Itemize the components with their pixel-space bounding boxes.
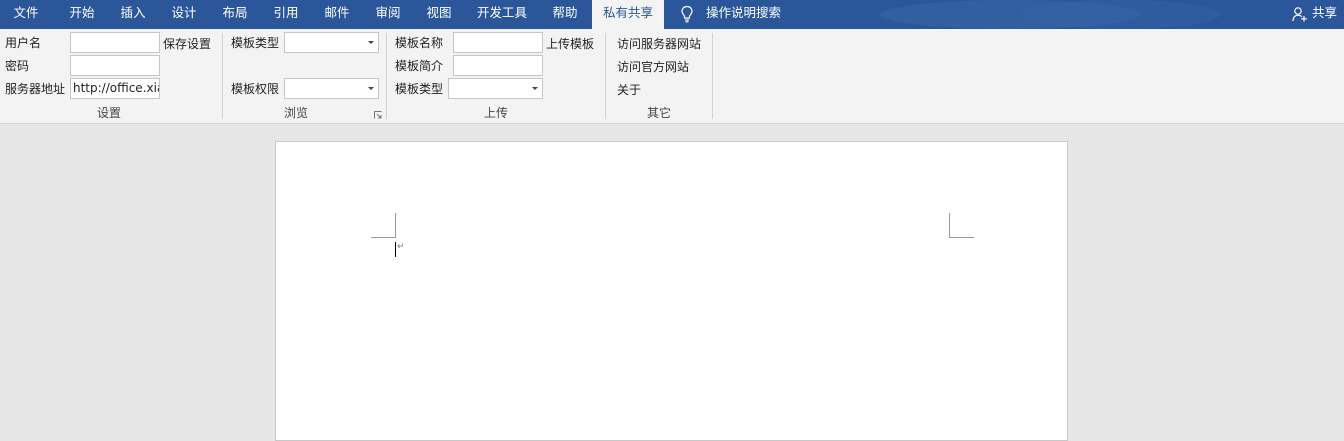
group-label-settings: 设置 [96, 106, 121, 120]
share-label: 共享 [1311, 5, 1337, 20]
person-add-icon [1292, 7, 1307, 22]
group-separator [386, 33, 387, 119]
server-address-input[interactable]: http://office.xia [70, 78, 160, 99]
margin-corner-mark [949, 213, 974, 238]
browse-template-type-select[interactable] [284, 32, 379, 53]
title-bar-decoration [1020, 0, 1220, 29]
upload-template-name-input[interactable] [453, 32, 543, 53]
tab-help[interactable]: 帮助 [540, 0, 590, 29]
ribbon-tab-bar: 文件 开始 插入 设计 布局 引用 邮件 审阅 视图 开发工具 帮助 私有共享 … [0, 0, 1344, 29]
tab-review[interactable]: 审阅 [363, 0, 413, 29]
visit-server-site-button[interactable]: 访问服务器网站 [617, 36, 701, 52]
tell-me-search[interactable]: 操作说明搜索 [706, 0, 781, 29]
tab-developer[interactable]: 开发工具 [470, 0, 534, 29]
about-button[interactable]: 关于 [617, 82, 641, 98]
save-settings-button[interactable]: 保存设置 [163, 36, 211, 52]
upload-template-button[interactable]: 上传模板 [546, 36, 594, 52]
tab-insert[interactable]: 插入 [108, 0, 158, 29]
chevron-down-icon [532, 87, 538, 90]
margin-corner-mark [371, 213, 396, 238]
ribbon-panel: 用户名 密码 服务器地址 http://office.xia 保存设置 设置 模… [0, 29, 1344, 124]
dialog-launcher-icon[interactable] [374, 111, 382, 119]
upload-template-type-select[interactable] [448, 78, 543, 99]
tab-design[interactable]: 设计 [159, 0, 209, 29]
upload-template-name-label: 模板名称 [395, 36, 444, 50]
lightbulb-icon[interactable] [680, 5, 694, 23]
server-address-label: 服务器地址 [5, 82, 66, 96]
group-label-upload: 上传 [483, 106, 508, 120]
tab-home[interactable]: 开始 [57, 0, 107, 29]
browse-template-type-label: 模板类型 [231, 36, 280, 50]
group-label-other: 其它 [646, 106, 671, 120]
share-button[interactable]: 共享 [1292, 0, 1337, 29]
upload-template-intro-label: 模板简介 [395, 59, 444, 73]
group-separator [712, 33, 713, 119]
text-cursor [395, 242, 396, 257]
username-label: 用户名 [5, 36, 42, 50]
password-label: 密码 [5, 59, 30, 73]
group-separator [222, 33, 223, 119]
visit-official-site-button[interactable]: 访问官方网站 [617, 59, 689, 75]
tab-references[interactable]: 引用 [261, 0, 311, 29]
browse-template-permission-label: 模板权限 [231, 82, 280, 96]
group-label-browse: 浏览 [283, 106, 308, 120]
upload-template-intro-input[interactable] [453, 55, 543, 76]
chevron-down-icon [368, 87, 374, 90]
group-separator [605, 33, 606, 119]
browse-template-permission-select[interactable] [284, 78, 379, 99]
document-page[interactable]: ↵ [275, 141, 1068, 441]
upload-template-type-label: 模板类型 [395, 82, 444, 96]
username-input[interactable] [70, 32, 160, 53]
password-input[interactable] [70, 55, 160, 76]
paragraph-mark-icon: ↵ [397, 242, 405, 252]
tab-view[interactable]: 视图 [414, 0, 464, 29]
tab-file[interactable]: 文件 [0, 0, 52, 29]
chevron-down-icon [368, 41, 374, 44]
tab-private-share[interactable]: 私有共享 [592, 0, 664, 29]
tab-layout[interactable]: 布局 [210, 0, 260, 29]
tab-mailings[interactable]: 邮件 [312, 0, 362, 29]
